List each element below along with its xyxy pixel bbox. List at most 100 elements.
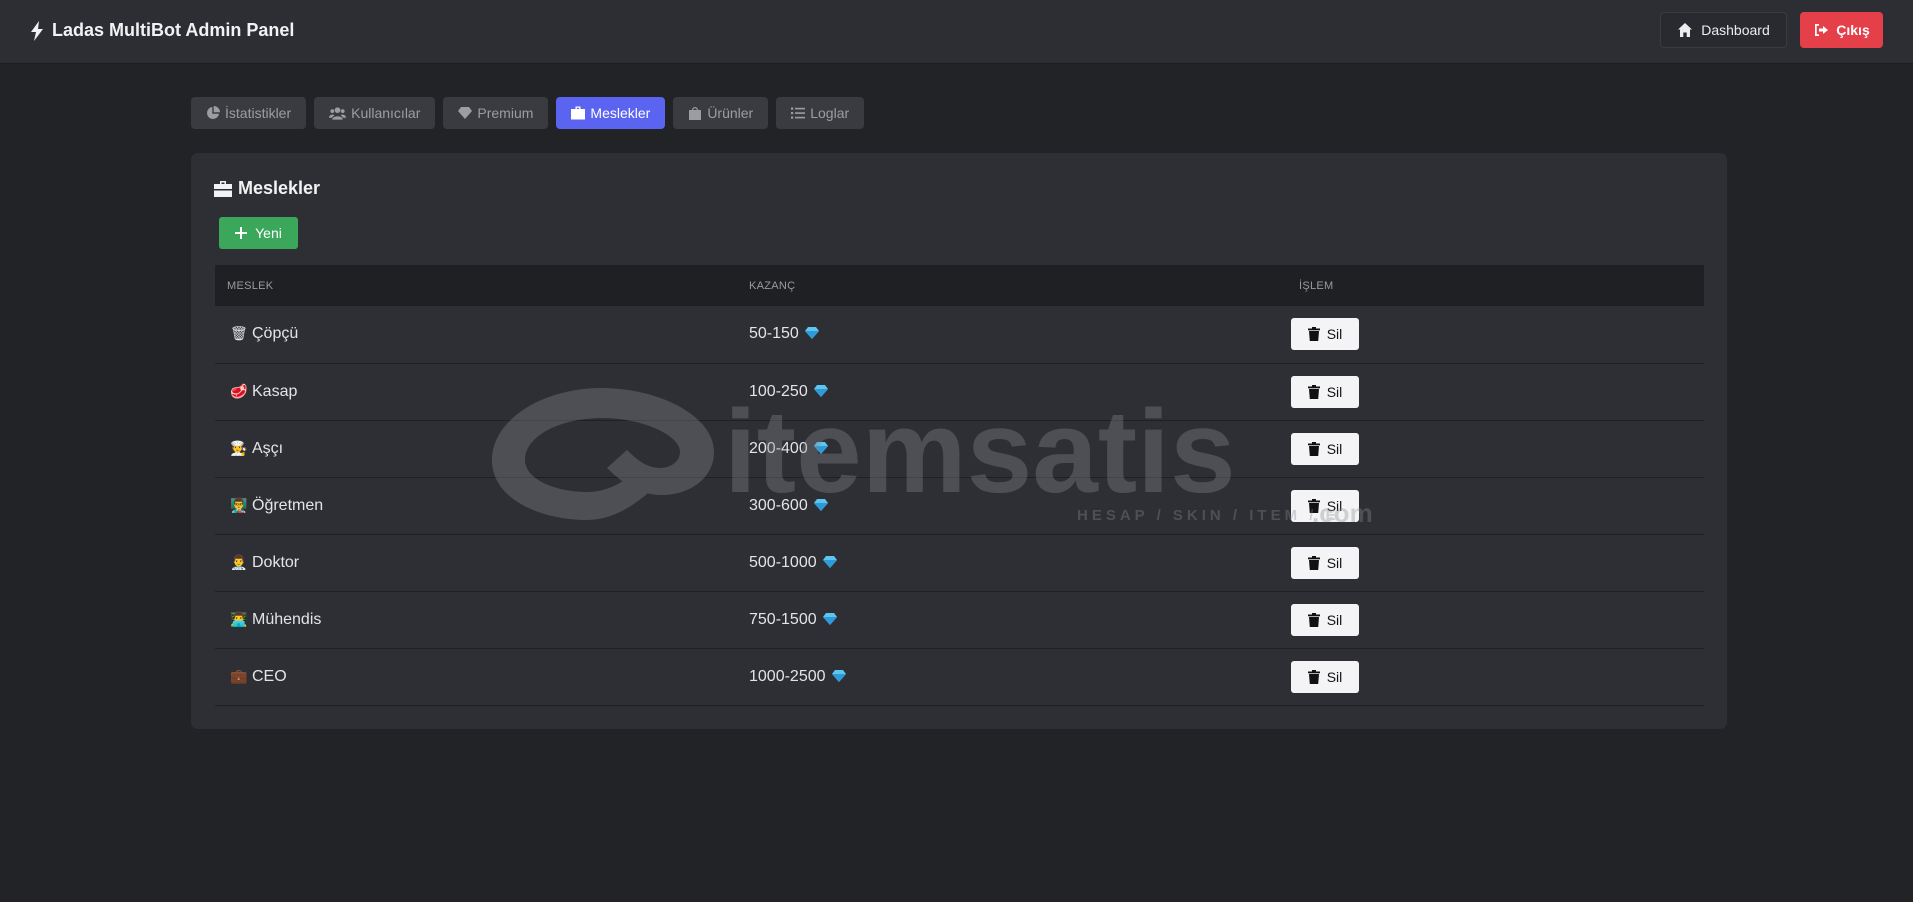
profession-cell: 🧑‍🍳 Aşçı bbox=[215, 420, 749, 477]
tab-label: Kullanıcılar bbox=[351, 105, 421, 121]
earning-value: 50-150 bbox=[749, 325, 799, 343]
users-icon bbox=[329, 107, 347, 120]
profession-cell: 👨‍🏫 Öğretmen bbox=[215, 477, 749, 534]
table-row: 👨‍🏫 Öğretmen 300-600 Sil bbox=[215, 477, 1704, 534]
profession-name: Mühendis bbox=[252, 610, 322, 628]
gem-icon bbox=[804, 327, 819, 340]
card-title: Meslekler bbox=[214, 178, 320, 199]
delete-label: Sil bbox=[1326, 326, 1343, 343]
profession-name: Doktor bbox=[252, 553, 300, 571]
list-icon bbox=[791, 107, 806, 119]
earning-value: 100-250 bbox=[749, 382, 808, 400]
profession-name: Öğretmen bbox=[252, 496, 324, 514]
shopping-bag-icon bbox=[689, 107, 702, 120]
trash-icon bbox=[1307, 555, 1320, 570]
profession-emoji: 🥩 bbox=[230, 382, 248, 399]
earning-value: 1000-2500 bbox=[749, 667, 826, 685]
column-header-profession: MESLEK bbox=[227, 279, 274, 292]
professions-table: MESLEK KAZANÇ İŞLEM 🗑 Çöpçü 50-150 Sil 🥩 K… bbox=[215, 265, 1704, 706]
tab-label: Meslekler bbox=[590, 105, 651, 121]
add-profession-button[interactable]: Yeni bbox=[219, 217, 298, 249]
trash-icon bbox=[1307, 384, 1320, 399]
delete-button[interactable]: Sil bbox=[1291, 375, 1359, 408]
delete-label: Sil bbox=[1326, 611, 1343, 628]
tab-professions[interactable]: Meslekler bbox=[556, 97, 666, 129]
profession-name: CEO bbox=[252, 667, 287, 685]
earning-cell: 50-150 bbox=[749, 306, 1287, 363]
trash-icon bbox=[1307, 498, 1320, 513]
table-row: 🧑‍🍳 Aşçı 200-400 Sil bbox=[215, 420, 1704, 477]
tab-users[interactable]: Kullanıcılar bbox=[314, 97, 436, 129]
tab-products[interactable]: Ürünler bbox=[673, 97, 769, 129]
delete-button[interactable]: Sil bbox=[1291, 603, 1359, 636]
earning-cell: 100-250 bbox=[749, 363, 1287, 420]
gem-icon bbox=[813, 498, 828, 511]
delete-button[interactable]: Sil bbox=[1291, 660, 1359, 693]
table-header-row: MESLEK KAZANÇ İŞLEM bbox=[215, 265, 1704, 306]
earning-cell: 1000-2500 bbox=[749, 648, 1287, 705]
tab-premium[interactable]: Premium bbox=[443, 97, 549, 129]
earning-value: 500-1000 bbox=[749, 553, 817, 571]
profession-emoji: 👨‍💻 bbox=[230, 610, 248, 627]
delete-label: Sil bbox=[1326, 497, 1343, 514]
tab-label: Ürünler bbox=[707, 105, 754, 121]
delete-button[interactable]: Sil bbox=[1291, 318, 1359, 351]
professions-card: Meslekler Yeni MESLEK KAZANÇ İŞLEM 🗑 Çöpç… bbox=[191, 153, 1727, 729]
profession-cell: 👨‍⚕️ Doktor bbox=[215, 534, 749, 591]
profession-cell: 💼 CEO bbox=[215, 648, 749, 705]
action-cell: Sil bbox=[1287, 420, 1704, 477]
sign-out-icon bbox=[1815, 24, 1829, 36]
gem-icon bbox=[813, 384, 828, 397]
tab-label: Loglar bbox=[810, 105, 850, 121]
trash-icon bbox=[1307, 669, 1320, 684]
gem-icon bbox=[822, 555, 837, 568]
add-button-label: Yeni bbox=[255, 225, 282, 241]
app-title: Ladas MultiBot Admin Panel bbox=[52, 20, 295, 40]
table-row: 👨‍⚕️ Doktor 500-1000 Sil bbox=[215, 534, 1704, 591]
profession-cell: 🗑 Çöpçü bbox=[215, 306, 749, 363]
delete-button[interactable]: Sil bbox=[1291, 432, 1359, 465]
earning-value: 200-400 bbox=[749, 439, 808, 457]
column-header-action: İŞLEM bbox=[1299, 279, 1334, 292]
earning-cell: 300-600 bbox=[749, 477, 1287, 534]
earning-cell: 500-1000 bbox=[749, 534, 1287, 591]
tab-statistics[interactable]: İstatistikler bbox=[191, 97, 307, 129]
action-cell: Sil bbox=[1287, 477, 1704, 534]
profession-emoji: 🗑 bbox=[230, 325, 248, 342]
profession-cell: 👨‍💻 Mühendis bbox=[215, 591, 749, 648]
logout-button[interactable]: Çıkış bbox=[1800, 12, 1883, 48]
delete-label: Sil bbox=[1326, 440, 1343, 457]
trash-icon bbox=[1307, 612, 1320, 627]
gem-icon bbox=[822, 612, 837, 625]
profession-cell: 🥩 Kasap bbox=[215, 363, 749, 420]
profession-name: Kasap bbox=[252, 382, 298, 400]
profession-name: Çöpçü bbox=[252, 325, 299, 343]
action-cell: Sil bbox=[1287, 534, 1704, 591]
table-row: 🥩 Kasap 100-250 Sil bbox=[215, 363, 1704, 420]
action-cell: Sil bbox=[1287, 591, 1704, 648]
nav-tabs: İstatistikler Kullanıcılar Premium Mesle… bbox=[191, 97, 865, 129]
earning-cell: 200-400 bbox=[749, 420, 1287, 477]
delete-button[interactable]: Sil bbox=[1291, 546, 1359, 579]
card-title-text: Meslekler bbox=[238, 178, 321, 198]
profession-name: Aşçı bbox=[252, 439, 284, 457]
column-header-earning: KAZANÇ bbox=[749, 279, 796, 292]
delete-button[interactable]: Sil bbox=[1291, 489, 1359, 522]
table-row: 🗑 Çöpçü 50-150 Sil bbox=[215, 306, 1704, 363]
plus-icon bbox=[235, 227, 248, 239]
earning-value: 300-600 bbox=[749, 496, 808, 514]
table-row: 👨‍💻 Mühendis 750-1500 Sil bbox=[215, 591, 1704, 648]
profession-emoji: 👨‍🏫 bbox=[230, 496, 248, 513]
dashboard-button[interactable]: Dashboard bbox=[1660, 12, 1787, 48]
logout-label: Çıkış bbox=[1836, 22, 1870, 38]
earning-value: 750-1500 bbox=[749, 610, 817, 628]
home-icon bbox=[1678, 23, 1693, 37]
dashboard-label: Dashboard bbox=[1701, 22, 1770, 38]
brand[interactable]: Ladas MultiBot Admin Panel bbox=[30, 20, 294, 41]
tab-logs[interactable]: Loglar bbox=[776, 97, 865, 129]
briefcase-icon bbox=[571, 106, 586, 120]
gem-icon bbox=[831, 669, 846, 682]
briefcase-icon bbox=[214, 180, 232, 197]
delete-label: Sil bbox=[1326, 554, 1343, 571]
gem-icon bbox=[458, 107, 473, 119]
